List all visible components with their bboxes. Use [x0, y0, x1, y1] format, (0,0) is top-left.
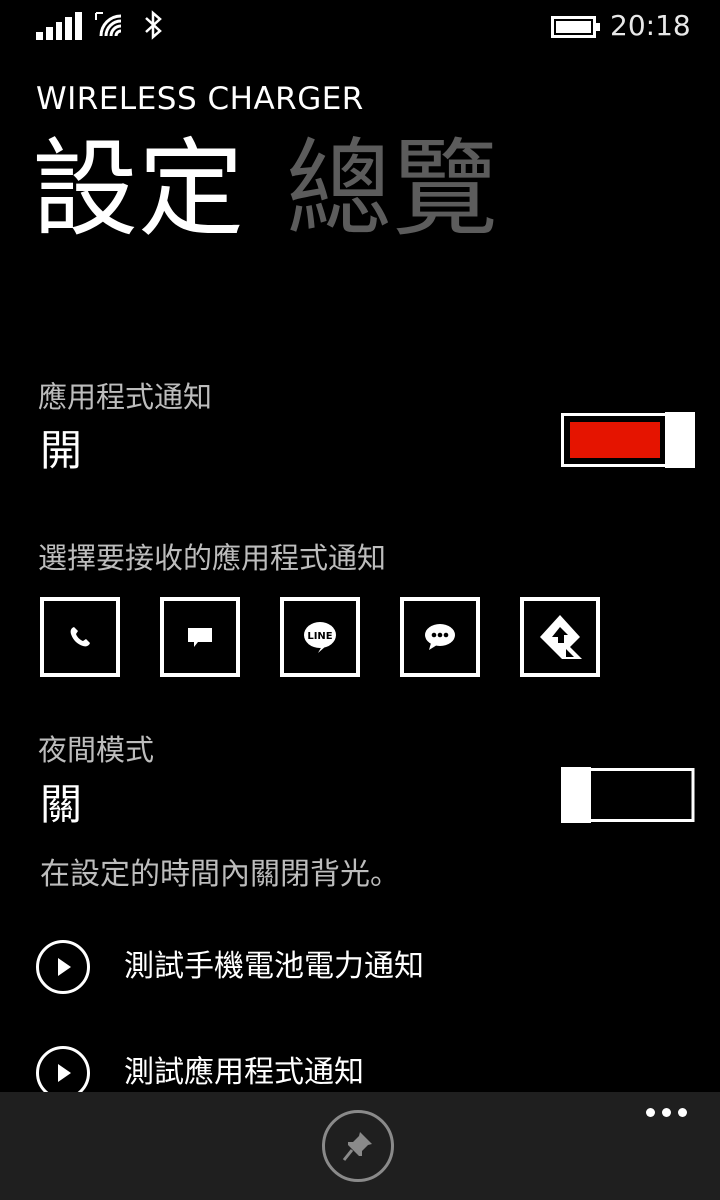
app-toggle-line[interactable]: LINE [280, 597, 360, 677]
test-app-notification-label: 測試應用程式通知 [124, 1055, 364, 1090]
pivot-headers: 設定 總覽 [32, 128, 498, 252]
app-toggle-other[interactable] [520, 597, 600, 677]
toggle-thumb [665, 412, 695, 468]
pivot-overview[interactable]: 總覽 [286, 128, 498, 252]
night-mode-label: 夜間模式 [38, 733, 155, 767]
app-toggle-chat[interactable] [400, 597, 480, 677]
status-bar: 20:18 [0, 0, 720, 52]
pin-button[interactable] [322, 1110, 394, 1182]
phone-icon [70, 627, 90, 647]
pivot-settings[interactable]: 設定 [32, 128, 244, 252]
clock: 20:18 [610, 9, 691, 42]
app-title: WIRELESS CHARGER [36, 81, 364, 117]
night-mode-description: 在設定的時間內關閉背光。 [40, 857, 400, 892]
app-toggle-phone[interactable] [40, 597, 120, 677]
app-logo-icon [540, 615, 582, 659]
pin-icon [342, 1132, 372, 1161]
night-mode-value: 關 [40, 780, 83, 829]
battery-icon [551, 16, 600, 38]
night-mode-toggle[interactable] [561, 766, 695, 824]
test-battery-notification-label: 測試手機電池電力通知 [124, 949, 424, 984]
app-selection-label: 選擇要接收的應用程式通知 [38, 541, 387, 575]
toggle-thumb [561, 767, 591, 823]
message-icon [188, 628, 212, 647]
bluetooth-icon [145, 10, 162, 40]
app-notification-toggle[interactable] [561, 411, 695, 469]
chat-bubble-icon [425, 624, 455, 650]
more-icon [645, 1107, 655, 1117]
line-icon-text: LINE [307, 631, 332, 642]
app-bar [0, 1092, 720, 1200]
line-icon: LINE [304, 622, 336, 653]
toggle-fill [570, 422, 660, 458]
signal-icon [36, 12, 82, 40]
app-notification-label: 應用程式通知 [38, 380, 213, 414]
more-button[interactable] [636, 1098, 696, 1126]
app-toggle-message[interactable] [160, 597, 240, 677]
play-icon [36, 940, 90, 994]
wifi-icon [95, 12, 122, 37]
test-battery-notification[interactable]: 測試手機電池電力通知 [36, 940, 424, 994]
app-notification-value: 開 [40, 426, 83, 475]
